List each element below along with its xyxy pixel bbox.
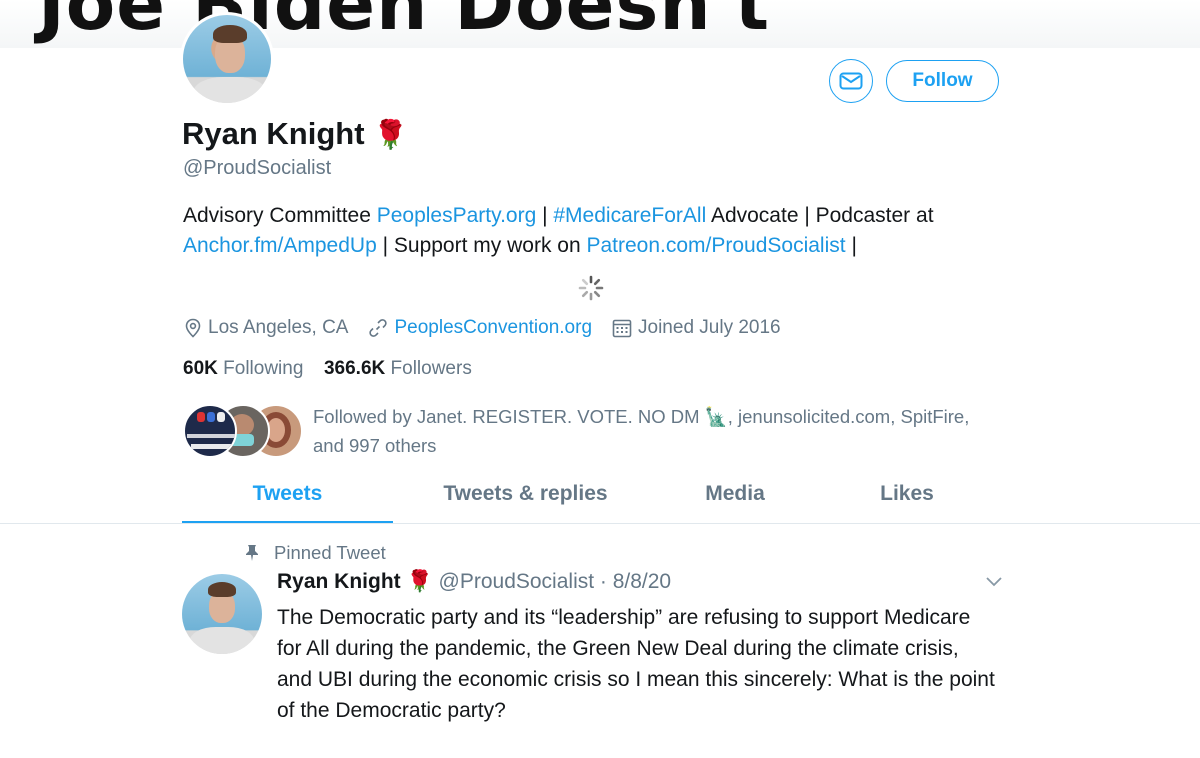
joined-item: Joined July 2016 (612, 317, 781, 339)
tabs-divider (0, 523, 1200, 524)
followers-stat[interactable]: 366.6K Followers (324, 358, 472, 379)
bio-text: Advisory Committee (183, 204, 377, 227)
rose-emoji: 🌹 (406, 570, 433, 593)
tab-tweets[interactable]: Tweets (182, 474, 393, 524)
bio-hashtag-medicareforall[interactable]: #MedicareForAll (553, 204, 706, 227)
profile-banner: Joe Biden Doesn't (0, 0, 1200, 48)
bio-text: | (845, 234, 857, 257)
banner-text: Joe Biden Doesn't (38, 0, 771, 46)
following-stat[interactable]: 60K Following (183, 358, 303, 379)
message-button[interactable] (829, 59, 873, 103)
loading-spinner-icon (578, 275, 604, 301)
joined-text: Joined July 2016 (638, 317, 781, 338)
location-pin-icon (185, 318, 201, 338)
chevron-down-icon[interactable] (985, 576, 1003, 588)
followers-label: Followers (390, 358, 472, 379)
tweet-header: Ryan Knight 🌹 @ProudSocialist · 8/8/20 (277, 570, 671, 594)
following-count: 60K (183, 358, 218, 379)
profile-name-text: Ryan Knight (182, 116, 365, 151)
followers-count: 366.6K (323, 358, 386, 379)
followed-by-avatars[interactable] (183, 404, 303, 458)
avatar (183, 404, 237, 458)
website-link[interactable]: PeoplesConvention.org (394, 317, 592, 339)
envelope-icon (839, 72, 863, 90)
profile-avatar[interactable] (180, 12, 274, 106)
pinned-label-text: Pinned Tweet (274, 542, 386, 563)
bio-text: | (536, 204, 554, 227)
tab-tweets-replies[interactable]: Tweets & replies (418, 474, 633, 524)
tweet-text: The Democratic party and its “leadership… (277, 606, 995, 722)
website-item[interactable]: PeoplesConvention.org (368, 317, 592, 339)
bio-link-anchor[interactable]: Anchor.fm/AmpedUp (183, 234, 377, 257)
pin-icon (246, 545, 258, 561)
tab-media[interactable]: Media (672, 474, 798, 524)
tweet-handle-date[interactable]: @ProudSocialist · 8/8/20 (439, 570, 672, 593)
pinned-label: Pinned Tweet (244, 542, 386, 564)
profile-meta: Los Angeles, CA PeoplesConvention.org Jo… (184, 317, 801, 339)
profile-handle: @ProudSocialist (183, 157, 332, 179)
link-icon (369, 319, 388, 337)
location-item: Los Angeles, CA (184, 317, 348, 339)
bio-text: Advocate | Podcaster at (706, 204, 934, 227)
profile-bio: Advisory Committee PeoplesParty.org | #M… (183, 201, 1023, 261)
followed-by-text[interactable]: Followed by Janet. REGISTER. VOTE. NO DM… (313, 402, 973, 460)
location-text: Los Angeles, CA (208, 317, 349, 338)
profile-name: Ryan Knight 🌹 (182, 116, 408, 152)
tweet-author-name[interactable]: Ryan Knight (277, 570, 401, 593)
tweet-avatar[interactable] (182, 574, 262, 654)
bio-link-peoplesparty[interactable]: PeoplesParty.org (377, 204, 537, 227)
following-label: Following (223, 358, 304, 379)
tab-likes[interactable]: Likes (852, 474, 962, 524)
bio-link-patreon[interactable]: Patreon.com/ProudSocialist (586, 234, 845, 257)
calendar-icon (612, 319, 632, 338)
follow-button[interactable]: Follow (886, 60, 999, 102)
follow-counts: 60K Following 366.6K Followers (183, 358, 472, 380)
rose-emoji: 🌹 (373, 119, 409, 150)
bio-text: | Support my work on (376, 234, 587, 257)
profile-tabs: Tweets Tweets & replies Media Likes (182, 474, 1032, 524)
